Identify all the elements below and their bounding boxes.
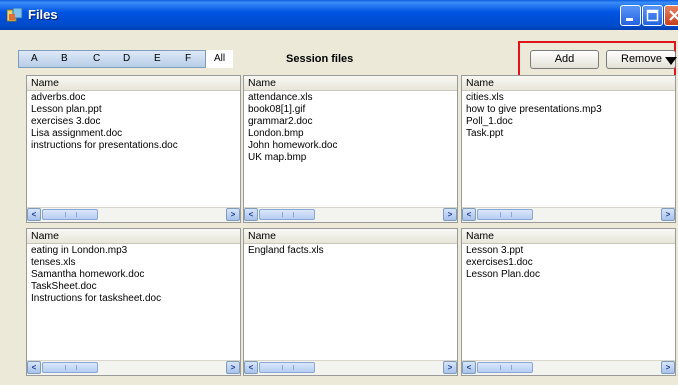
horizontal-scrollbar[interactable]: < > <box>27 207 240 222</box>
scroll-left-icon[interactable]: < <box>244 208 258 221</box>
letter-tab-f[interactable]: F <box>185 53 191 64</box>
add-button[interactable]: Add <box>530 50 599 69</box>
list-item[interactable]: eating in London.mp3 <box>31 245 238 257</box>
list-item[interactable]: Lesson plan.ppt <box>31 104 238 116</box>
maximize-icon <box>646 9 659 22</box>
list-item[interactable]: Lisa assignment.doc <box>31 128 238 140</box>
file-panel-1[interactable]: Name adverbs.doc Lesson plan.ppt exercis… <box>26 75 241 223</box>
letter-filter-bar: A B C D E F All <box>18 50 233 68</box>
list-item[interactable]: how to give presentations.mp3 <box>466 104 673 116</box>
scroll-left-icon[interactable]: < <box>462 208 476 221</box>
list-item[interactable]: Samantha homework.doc <box>31 269 238 281</box>
list-item[interactable]: exercises 3.doc <box>31 116 238 128</box>
list-item[interactable]: TaskSheet.doc <box>31 281 238 293</box>
scroll-thumb[interactable] <box>477 362 533 373</box>
list-item[interactable]: instructions for presentations.doc <box>31 140 238 152</box>
close-icon <box>669 10 678 21</box>
file-panel-5[interactable]: Name England facts.xls < > <box>243 228 458 376</box>
list-item[interactable]: Task.ppt <box>466 128 673 140</box>
letter-tab-all[interactable]: All <box>205 50 233 68</box>
letter-tab-d[interactable]: D <box>123 53 130 64</box>
scroll-thumb[interactable] <box>259 362 315 373</box>
file-panel-2[interactable]: Name attendance.xls book08[1].gif gramma… <box>243 75 458 223</box>
file-list: attendance.xls book08[1].gif grammar2.do… <box>248 92 455 164</box>
file-list: eating in London.mp3 tenses.xls Samantha… <box>31 245 238 305</box>
scroll-thumb[interactable] <box>42 209 98 220</box>
file-panel-3[interactable]: Name cities.xls how to give presentation… <box>461 75 676 223</box>
name-column-header[interactable]: Name <box>244 229 457 244</box>
name-column-header[interactable]: Name <box>27 229 240 244</box>
scroll-right-icon[interactable]: > <box>661 208 675 221</box>
scroll-left-icon[interactable]: < <box>27 361 41 374</box>
window-title: Files <box>28 7 58 22</box>
scroll-thumb[interactable] <box>477 209 533 220</box>
name-column-header[interactable]: Name <box>27 76 240 91</box>
name-column-header[interactable]: Name <box>462 76 675 91</box>
name-column-header[interactable]: Name <box>244 76 457 91</box>
list-item[interactable]: John homework.doc <box>248 140 455 152</box>
title-bar[interactable]: Files <box>0 0 678 30</box>
list-item[interactable]: cities.xls <box>466 92 673 104</box>
list-item[interactable]: grammar2.doc <box>248 116 455 128</box>
minimize-button[interactable] <box>620 5 641 26</box>
scroll-right-icon[interactable]: > <box>661 361 675 374</box>
dropdown-arrow-icon[interactable] <box>665 57 677 65</box>
name-column-header[interactable]: Name <box>462 229 675 244</box>
list-item[interactable]: England facts.xls <box>248 245 455 257</box>
letter-tab-e[interactable]: E <box>154 53 161 64</box>
file-list: cities.xls how to give presentations.mp3… <box>466 92 673 140</box>
close-button[interactable] <box>664 5 678 26</box>
horizontal-scrollbar[interactable]: < > <box>462 360 675 375</box>
scroll-right-icon[interactable]: > <box>443 208 457 221</box>
file-list: adverbs.doc Lesson plan.ppt exercises 3.… <box>31 92 238 152</box>
file-panel-6[interactable]: Name Lesson 3.ppt exercises1.doc Lesson … <box>461 228 676 376</box>
scroll-right-icon[interactable]: > <box>226 208 240 221</box>
files-app-icon <box>7 8 23 22</box>
horizontal-scrollbar[interactable]: < > <box>462 207 675 222</box>
scroll-right-icon[interactable]: > <box>226 361 240 374</box>
scroll-thumb[interactable] <box>259 209 315 220</box>
horizontal-scrollbar[interactable]: < > <box>244 207 457 222</box>
list-item[interactable]: London.bmp <box>248 128 455 140</box>
scroll-left-icon[interactable]: < <box>244 361 258 374</box>
letter-tab-b[interactable]: B <box>61 53 68 64</box>
list-item[interactable]: exercises1.doc <box>466 257 673 269</box>
letter-tab-a[interactable]: A <box>31 53 38 64</box>
scroll-right-icon[interactable]: > <box>443 361 457 374</box>
list-item[interactable]: tenses.xls <box>31 257 238 269</box>
file-list: England facts.xls <box>248 245 455 257</box>
session-files-heading: Session files <box>286 53 354 65</box>
scroll-thumb[interactable] <box>42 362 98 373</box>
list-item[interactable]: Lesson 3.ppt <box>466 245 673 257</box>
list-item[interactable]: Lesson Plan.doc <box>466 269 673 281</box>
file-list: Lesson 3.ppt exercises1.doc Lesson Plan.… <box>466 245 673 281</box>
maximize-button[interactable] <box>642 5 663 26</box>
file-panel-4[interactable]: Name eating in London.mp3 tenses.xls Sam… <box>26 228 241 376</box>
list-item[interactable]: UK map.bmp <box>248 152 455 164</box>
letter-tab-c[interactable]: C <box>93 53 100 64</box>
list-item[interactable]: attendance.xls <box>248 92 455 104</box>
horizontal-scrollbar[interactable]: < > <box>27 360 240 375</box>
list-item[interactable]: adverbs.doc <box>31 92 238 104</box>
list-item[interactable]: Instructions for tasksheet.doc <box>31 293 238 305</box>
scroll-left-icon[interactable]: < <box>27 208 41 221</box>
list-item[interactable]: Poll_1.doc <box>466 116 673 128</box>
horizontal-scrollbar[interactable]: < > <box>244 360 457 375</box>
minimize-icon <box>626 18 633 21</box>
scroll-left-icon[interactable]: < <box>462 361 476 374</box>
list-item[interactable]: book08[1].gif <box>248 104 455 116</box>
